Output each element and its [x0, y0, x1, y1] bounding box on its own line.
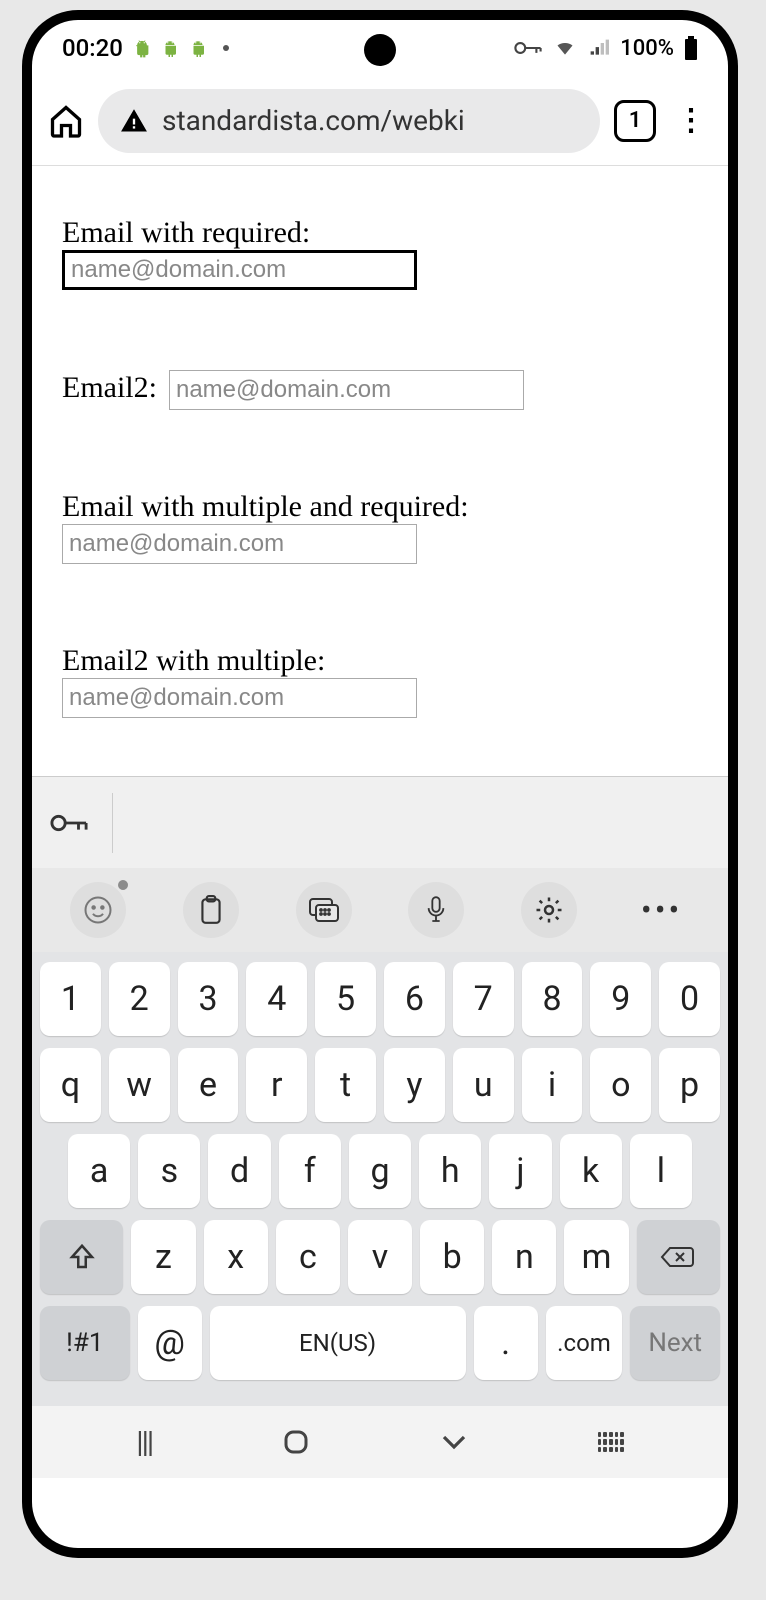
keyboard-row-2: a s d f g h j k l — [40, 1134, 720, 1208]
key-3[interactable]: 3 — [178, 962, 239, 1036]
keyboard-options-icon[interactable] — [296, 882, 352, 938]
form-field: Email with multiple and required: — [62, 490, 698, 564]
camera-notch — [364, 34, 396, 66]
settings-gear-icon[interactable] — [521, 882, 577, 938]
back-icon[interactable] — [439, 1432, 469, 1452]
tabs-count: 1 — [629, 108, 642, 133]
phone-screen: 00:20 — [32, 20, 728, 1548]
mic-icon[interactable] — [408, 882, 464, 938]
key-z[interactable]: z — [131, 1220, 195, 1294]
key-g[interactable]: g — [349, 1134, 411, 1208]
at-key[interactable]: @ — [138, 1306, 202, 1380]
browser-toolbar: standardista.com/webki 1 ⋮ — [32, 76, 728, 166]
key-1[interactable]: 1 — [40, 962, 101, 1036]
next-key[interactable]: Next — [630, 1306, 720, 1380]
divider — [112, 793, 113, 853]
key-w[interactable]: w — [109, 1048, 170, 1122]
key-t[interactable]: t — [315, 1048, 376, 1122]
vpn-key-icon — [514, 39, 542, 57]
wifi-icon — [552, 38, 578, 58]
page-content[interactable]: Email with required: Email2: Email with … — [32, 166, 728, 776]
not-secure-icon — [120, 107, 148, 135]
url-bar[interactable]: standardista.com/webki — [98, 89, 600, 153]
clipboard-icon[interactable] — [183, 882, 239, 938]
key-o[interactable]: o — [590, 1048, 651, 1122]
key-q[interactable]: q — [40, 1048, 101, 1122]
field-label: Email with required: — [62, 216, 310, 249]
key-d[interactable]: d — [208, 1134, 270, 1208]
recents-icon[interactable]: ||| — [136, 1425, 152, 1460]
system-nav-bar: ||| — [32, 1406, 728, 1478]
form-field: Email with required: — [62, 216, 698, 290]
email-required-input[interactable] — [62, 250, 417, 290]
key-b[interactable]: b — [420, 1220, 484, 1294]
status-time: 00:20 — [62, 34, 123, 62]
password-key-icon[interactable] — [50, 811, 88, 835]
home-nav-icon[interactable] — [281, 1427, 311, 1457]
key-s[interactable]: s — [138, 1134, 200, 1208]
key-m[interactable]: m — [564, 1220, 628, 1294]
url-text: standardista.com/webki — [162, 104, 465, 137]
key-r[interactable]: r — [246, 1048, 307, 1122]
android-icon — [133, 38, 151, 58]
field-label: Email with multiple and required: — [62, 490, 469, 523]
phone-frame: 00:20 — [22, 10, 738, 1558]
form-field: Email2 with multiple: — [62, 644, 698, 718]
battery-percent: 100% — [620, 36, 674, 61]
key-0[interactable]: 0 — [659, 962, 720, 1036]
key-u[interactable]: u — [453, 1048, 514, 1122]
dotcom-key[interactable]: .com — [546, 1306, 623, 1380]
form-field: Email2: — [62, 370, 698, 410]
keyboard: 1 2 3 4 5 6 7 8 9 0 q w e r t y u i o — [32, 952, 728, 1406]
email-multiple-required-input[interactable] — [62, 524, 417, 564]
keyboard-row-numbers: 1 2 3 4 5 6 7 8 9 0 — [40, 962, 720, 1036]
symbols-key[interactable]: !#1 — [40, 1306, 130, 1380]
keyboard-row-bottom: !#1 @ EN(US) . .com Next — [40, 1306, 720, 1380]
space-lang-key[interactable]: EN(US) — [210, 1306, 466, 1380]
home-icon[interactable] — [48, 103, 84, 139]
key-7[interactable]: 7 — [453, 962, 514, 1036]
more-icon[interactable]: ••• — [634, 882, 690, 938]
key-4[interactable]: 4 — [246, 962, 307, 1036]
key-9[interactable]: 9 — [590, 962, 651, 1036]
signal-icon — [588, 38, 610, 58]
key-a[interactable]: a — [68, 1134, 130, 1208]
key-n[interactable]: n — [492, 1220, 556, 1294]
backspace-key[interactable] — [637, 1220, 720, 1294]
android-icon — [189, 38, 207, 58]
key-k[interactable]: k — [560, 1134, 622, 1208]
field-label: Email2 with multiple: — [62, 644, 325, 677]
key-5[interactable]: 5 — [315, 962, 376, 1036]
keyboard-row-3: z x c v b n m — [40, 1220, 720, 1294]
key-h[interactable]: h — [419, 1134, 481, 1208]
period-key[interactable]: . — [474, 1306, 538, 1380]
field-label: Email2: — [62, 371, 157, 405]
key-c[interactable]: c — [276, 1220, 340, 1294]
email2-multiple-input[interactable] — [62, 678, 417, 718]
key-f[interactable]: f — [279, 1134, 341, 1208]
key-i[interactable]: i — [522, 1048, 583, 1122]
key-8[interactable]: 8 — [522, 962, 583, 1036]
keyboard-toolbar: ••• — [32, 868, 728, 952]
key-y[interactable]: y — [384, 1048, 445, 1122]
key-2[interactable]: 2 — [109, 962, 170, 1036]
android-icon — [161, 38, 179, 58]
emoji-icon[interactable] — [70, 882, 126, 938]
battery-icon — [684, 36, 698, 60]
key-v[interactable]: v — [348, 1220, 412, 1294]
autofill-suggestion-bar — [32, 776, 728, 868]
key-l[interactable]: l — [630, 1134, 692, 1208]
key-e[interactable]: e — [178, 1048, 239, 1122]
keyboard-switcher-icon[interactable] — [598, 1432, 624, 1452]
key-p[interactable]: p — [659, 1048, 720, 1122]
email2-input[interactable] — [169, 370, 524, 410]
key-j[interactable]: j — [489, 1134, 551, 1208]
tabs-button[interactable]: 1 — [614, 100, 656, 142]
key-6[interactable]: 6 — [384, 962, 445, 1036]
menu-icon[interactable]: ⋮ — [670, 103, 712, 138]
shift-key[interactable] — [40, 1220, 123, 1294]
key-x[interactable]: x — [204, 1220, 268, 1294]
more-notifications-dot — [223, 45, 229, 51]
keyboard-row-1: q w e r t y u i o p — [40, 1048, 720, 1122]
